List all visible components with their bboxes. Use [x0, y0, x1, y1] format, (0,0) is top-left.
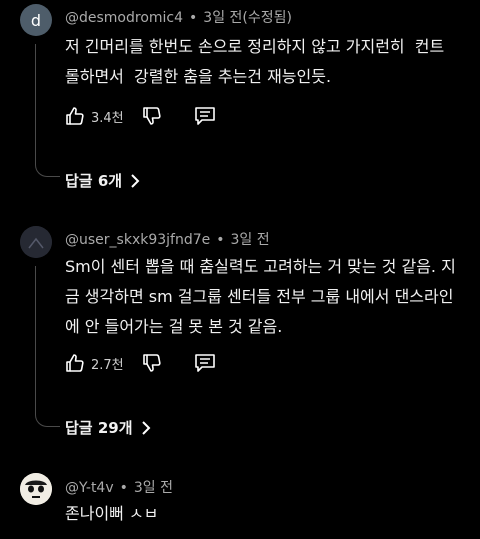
replies-button[interactable]: 답글 6개: [65, 170, 140, 191]
comment-text: Sm이 센터 뽑을 때 춤실력도 고려하는 거 맞는 것 같음. 지 금 생각하…: [65, 257, 456, 336]
thumbs-down-icon[interactable]: [142, 353, 162, 373]
comment-text: 저 긴머리를 한번도 손으로 정리하지 않고 가지런히 컨트 롤하면서 강렬한 …: [65, 37, 445, 86]
comment-author[interactable]: @Y-t4v: [65, 480, 114, 496]
avatar[interactable]: d: [20, 4, 52, 36]
comment-author[interactable]: @user_skxk93jfnd7e: [65, 232, 210, 248]
like-count: 3.4천: [91, 110, 124, 126]
comment-time[interactable]: 3일 전: [134, 480, 173, 496]
reply-comment-icon[interactable]: [194, 353, 215, 373]
avatar[interactable]: [20, 473, 52, 505]
avatar-letter: d: [30, 10, 42, 30]
comment-meta: @desmodromic4 • 3일 전(수정됨): [65, 10, 292, 26]
thread-line: [35, 44, 60, 177]
replies-button[interactable]: 답글 29개: [65, 417, 151, 438]
comment-time[interactable]: 3일 전: [231, 232, 270, 248]
thread-line: [35, 266, 60, 427]
comment-meta: @user_skxk93jfnd7e • 3일 전: [65, 232, 270, 248]
replies-label: 답글 29개: [65, 419, 133, 437]
chevron-right-icon: [131, 173, 140, 188]
comment-meta: @Y-t4v • 3일 전: [65, 480, 174, 496]
comment-author[interactable]: @desmodromic4: [65, 10, 183, 26]
avatar[interactable]: [20, 226, 52, 258]
comment-text: 존나이뻐 ㅅㅂ: [65, 504, 159, 523]
thumbs-up-icon[interactable]: [65, 106, 85, 126]
thumbs-down-icon[interactable]: [142, 106, 162, 126]
comment-actions: 2.7천: [65, 351, 215, 375]
reply-comment-icon[interactable]: [194, 106, 215, 126]
replies-label: 답글 6개: [65, 172, 123, 190]
comment-actions: 3.4천: [65, 104, 215, 128]
like-count: 2.7천: [91, 357, 124, 373]
thumbs-up-icon[interactable]: [65, 353, 85, 373]
comment-time[interactable]: 3일 전(수정됨): [203, 10, 292, 26]
chevron-right-icon: [141, 420, 150, 435]
